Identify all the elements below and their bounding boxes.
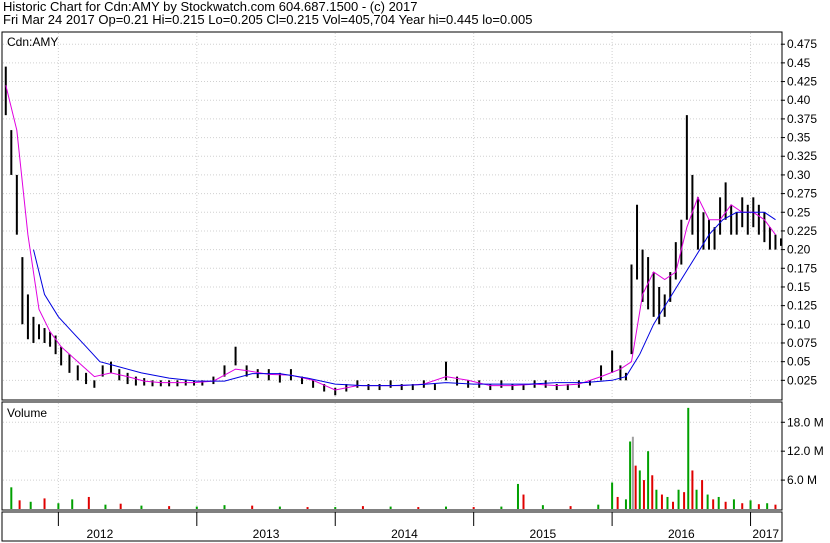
price-panel-title: Cdn:AMY <box>7 35 58 49</box>
year-label: 2012 <box>87 527 114 541</box>
price-tick-label: 0.30 <box>787 168 811 182</box>
price-tick-label: 0.20 <box>787 243 811 257</box>
volume-tick-label: 6.0 M <box>787 473 817 487</box>
volume-panel <box>1 401 783 511</box>
price-tick-label: 0.225 <box>787 224 817 238</box>
year-label: 2016 <box>668 527 695 541</box>
volume-tick-label: 12.0 M <box>787 444 824 458</box>
year-label: 2014 <box>391 527 418 541</box>
year-label: 2017 <box>752 527 779 541</box>
price-tick-label: 0.10 <box>787 317 811 331</box>
volume-axis-ticks: 18.0 M 12.0 M 6.0 M <box>781 415 824 487</box>
year-label: 2015 <box>530 527 557 541</box>
price-tick-label: 0.325 <box>787 149 817 163</box>
price-tick-label: 0.15 <box>787 280 811 294</box>
volume-tick-label: 18.0 M <box>787 415 824 429</box>
price-tick-label: 0.075 <box>787 336 817 350</box>
price-tick-label: 0.475 <box>787 37 817 51</box>
price-tick-label: 0.275 <box>787 187 817 201</box>
price-tick-label: 0.45 <box>787 56 811 70</box>
stock-chart: 0.475 0.45 0.425 0.40 0.375 0.35 0.325 0.30 0.27… <box>1 31 824 542</box>
price-tick-label: 0.125 <box>787 299 817 313</box>
price-tick-label: 0.35 <box>787 131 811 145</box>
price-tick-label: 0.25 <box>787 205 811 219</box>
price-tick-label: 0.05 <box>787 355 811 369</box>
price-tick-label: 0.40 <box>787 93 811 107</box>
price-tick-label: 0.375 <box>787 112 817 126</box>
price-tick-label: 0.175 <box>787 261 817 275</box>
price-axis-ticks: 0.475 0.45 0.425 0.40 0.375 0.35 0.325 0.30 0.27… <box>781 37 817 387</box>
volume-panel-title: Volume <box>7 406 47 420</box>
price-tick-label: 0.025 <box>787 373 817 387</box>
year-label: 2013 <box>253 527 280 541</box>
price-tick-label: 0.425 <box>787 75 817 89</box>
price-panel <box>1 31 783 401</box>
